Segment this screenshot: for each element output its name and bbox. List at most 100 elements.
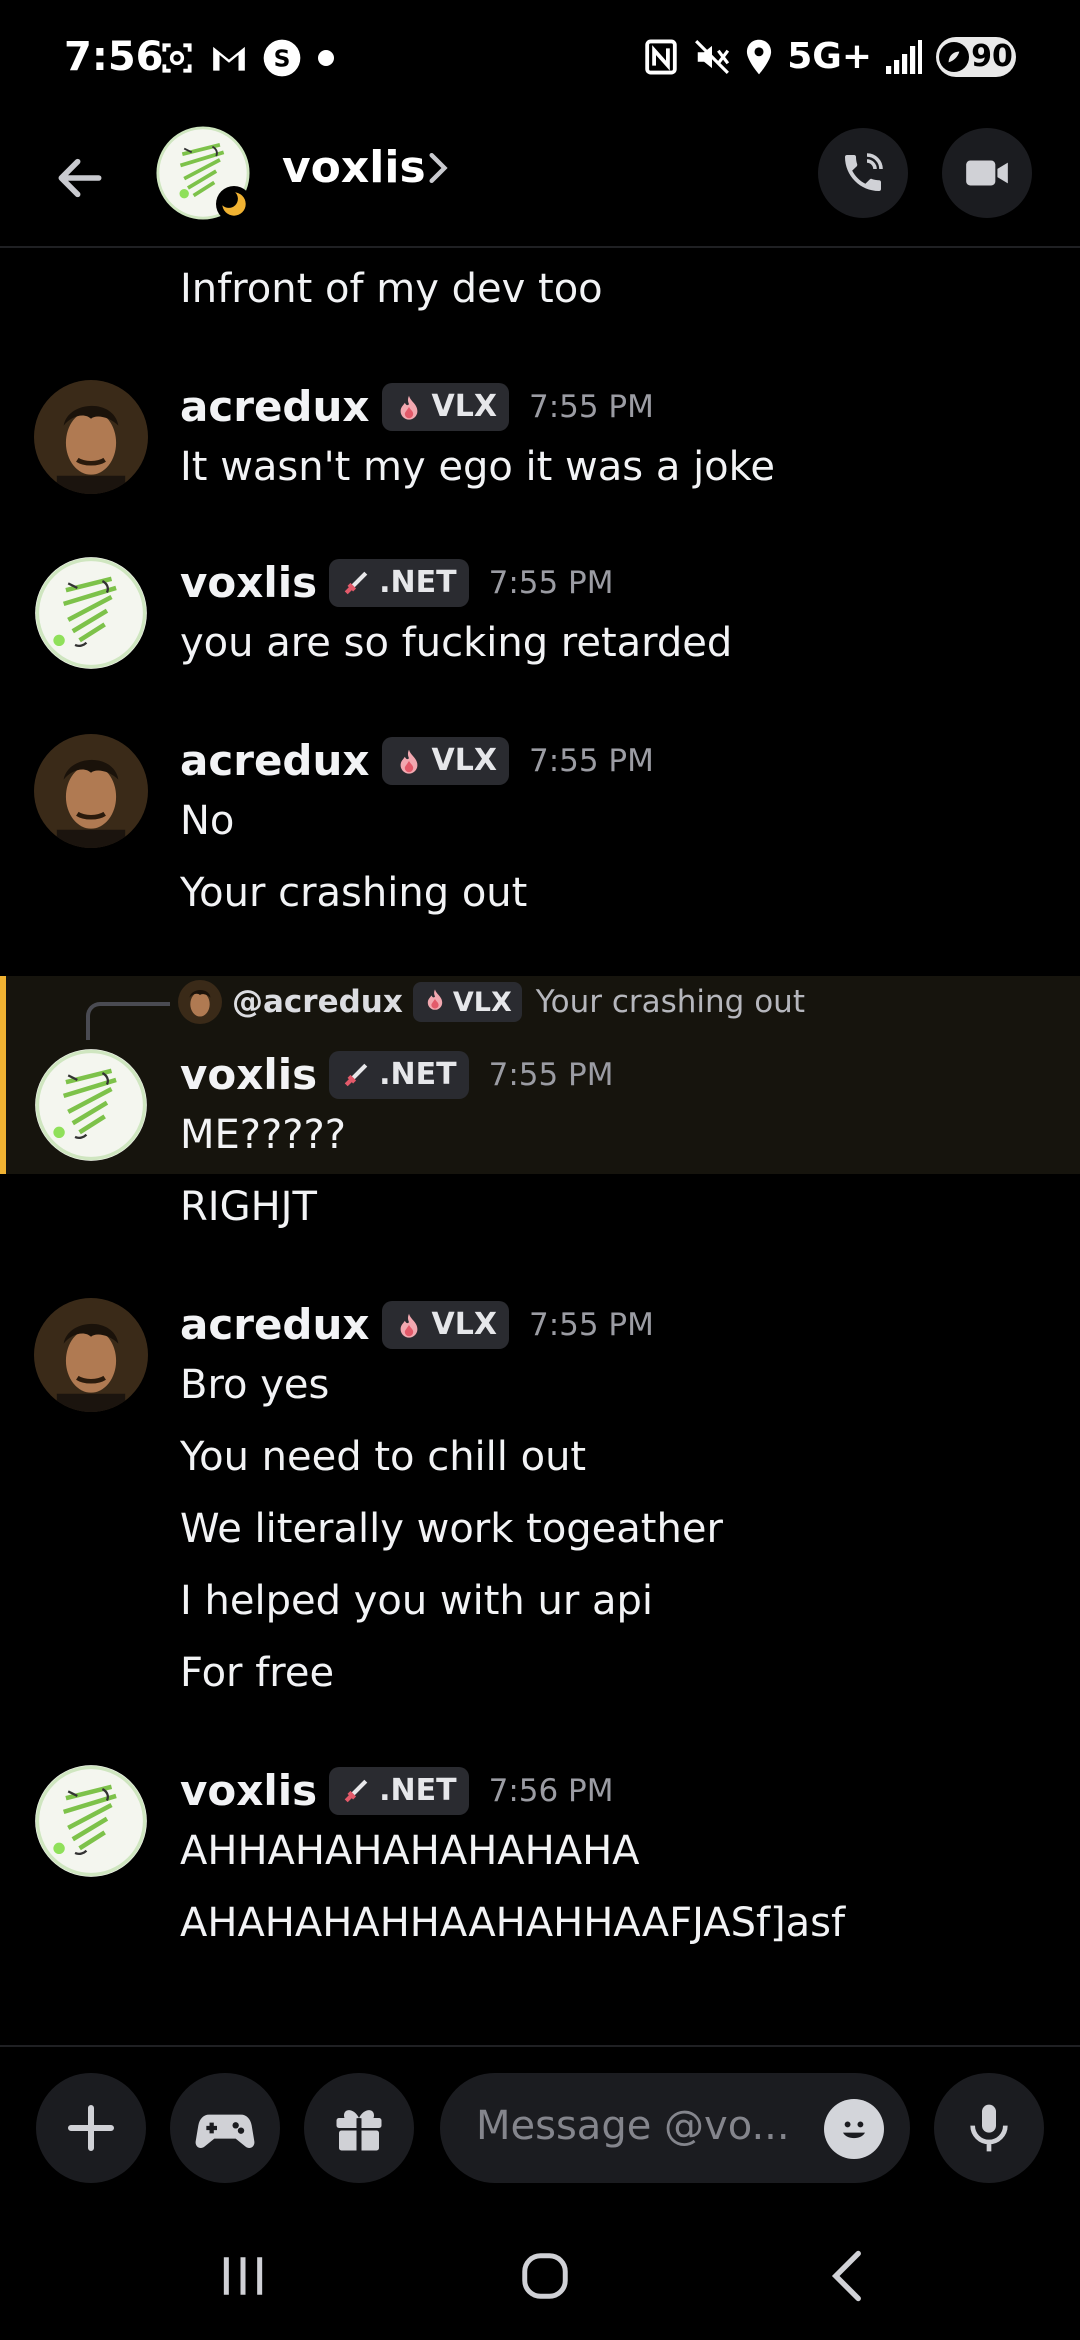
- back-button[interactable]: [44, 142, 116, 214]
- message-text: You need to chill out: [180, 1434, 587, 1480]
- author-name[interactable]: acredux: [180, 1300, 370, 1349]
- server-tag-label: .NET: [379, 1773, 457, 1808]
- message-header: voxlis .NET 7:55 PM: [180, 1050, 614, 1099]
- gmail-icon: [210, 42, 248, 74]
- chevron-left-icon: [831, 2250, 861, 2302]
- message-header: acredux VLX 7:55 PM: [180, 1300, 654, 1349]
- battery-level: 90: [971, 39, 1013, 74]
- server-tag-label: .NET: [379, 1057, 457, 1092]
- message-header: acredux VLX 7:55 PM: [180, 736, 654, 785]
- server-tag[interactable]: .NET: [329, 558, 469, 607]
- timestamp: 7:55 PM: [528, 742, 654, 779]
- gift-button[interactable]: [304, 2073, 414, 2183]
- header-username[interactable]: voxlis: [282, 142, 426, 193]
- message-list[interactable]: Infront of my dev too acredux VLX 7:55 P…: [0, 250, 1080, 2040]
- dm-header: voxlis: [0, 118, 1080, 248]
- message-text: I helped you with ur api: [180, 1578, 654, 1624]
- message-text: RIGHJT: [180, 1184, 317, 1230]
- message-text: you are so fucking retarded: [180, 620, 733, 666]
- gift-icon: [336, 2110, 382, 2151]
- arrow-left-icon: [58, 158, 102, 198]
- server-tag[interactable]: VLX: [381, 1300, 509, 1349]
- timestamp: 7:55 PM: [488, 564, 614, 601]
- status-time: 7:56: [64, 34, 164, 80]
- recent-apps-button[interactable]: [198, 2241, 288, 2311]
- phone-call-icon: [845, 153, 883, 191]
- server-tag[interactable]: .NET: [329, 1050, 469, 1099]
- smiley-icon: [843, 2121, 865, 2139]
- message-text: For free: [180, 1650, 335, 1696]
- screenshot-icon: [158, 39, 196, 77]
- recents-icon: [223, 2257, 263, 2295]
- message-text: ME?????: [180, 1112, 346, 1158]
- timestamp: 7:55 PM: [528, 388, 654, 425]
- flame-icon: [394, 392, 424, 422]
- reply-connector: [86, 1002, 170, 1040]
- message-text: AHAHAHAHHAAHAHHAAFJASf]asf: [180, 1900, 846, 1946]
- reply-author: @acredux: [232, 984, 403, 1020]
- flame-icon: [394, 1310, 424, 1340]
- mute-icon: [693, 38, 731, 76]
- idle-status-icon: [216, 186, 252, 222]
- reply-server-tag-label: VLX: [452, 986, 512, 1018]
- more-notifications-dot-icon: [316, 48, 336, 68]
- sword-icon: [341, 1776, 371, 1806]
- message-composer: Message @vo...: [0, 2045, 1080, 2205]
- server-tag-label: VLX: [431, 389, 497, 424]
- home-button[interactable]: [500, 2241, 590, 2311]
- timestamp: 7:56 PM: [488, 1772, 614, 1809]
- microphone-icon: [970, 2104, 1008, 2152]
- status-bar: 7:56 S 5G+ 90: [0, 0, 1080, 118]
- server-tag-label: VLX: [431, 1307, 497, 1342]
- network-type: 5G+: [787, 36, 872, 77]
- message-text: It wasn't my ego it was a joke: [180, 444, 775, 490]
- gamepad-icon: [195, 2114, 255, 2149]
- message-text: Your crashing out: [180, 870, 528, 916]
- server-tag[interactable]: VLX: [381, 736, 509, 785]
- user-avatar[interactable]: [34, 380, 148, 494]
- reply-text: Your crashing out: [535, 984, 805, 1020]
- home-icon: [522, 2253, 568, 2299]
- shazam-icon: S: [262, 38, 302, 78]
- voice-call-button[interactable]: [818, 128, 908, 218]
- emoji-button[interactable]: [824, 2099, 884, 2159]
- activities-button[interactable]: [170, 2073, 280, 2183]
- system-navigation-bar: [0, 2205, 1080, 2340]
- message-input[interactable]: Message @vo...: [440, 2073, 910, 2183]
- server-tag[interactable]: VLX: [381, 382, 509, 431]
- message-text: No: [180, 798, 235, 844]
- status-system-icons: 5G+ 90: [643, 36, 1016, 77]
- user-avatar[interactable]: [34, 734, 148, 848]
- message-header: voxlis .NET 7:55 PM: [180, 558, 614, 607]
- timestamp: 7:55 PM: [528, 1306, 654, 1343]
- video-call-button[interactable]: [942, 128, 1032, 218]
- message-header: voxlis .NET 7:56 PM: [180, 1766, 614, 1815]
- author-name[interactable]: acredux: [180, 736, 370, 785]
- timestamp: 7:55 PM: [488, 1056, 614, 1093]
- user-avatar[interactable]: [34, 1298, 148, 1412]
- reply-server-tag: VLX: [412, 982, 522, 1022]
- author-name[interactable]: voxlis: [180, 558, 317, 607]
- sword-icon: [341, 1060, 371, 1090]
- battery-saver-icon: [939, 41, 970, 72]
- reply-avatar: [178, 980, 222, 1024]
- message-input-placeholder: Message @vo...: [476, 2103, 790, 2149]
- system-back-button[interactable]: [802, 2241, 892, 2311]
- message-text: Bro yes: [180, 1362, 330, 1408]
- user-avatar[interactable]: [34, 556, 148, 670]
- user-avatar[interactable]: [34, 1764, 148, 1878]
- server-tag[interactable]: .NET: [329, 1766, 469, 1815]
- signal-icon: [886, 39, 922, 74]
- flame-icon: [394, 746, 424, 776]
- reply-preview[interactable]: @acredux VLX Your crashing out: [178, 980, 805, 1024]
- header-avatar[interactable]: [156, 126, 252, 222]
- location-icon: [745, 38, 773, 76]
- author-name[interactable]: voxlis: [180, 1050, 317, 1099]
- user-avatar[interactable]: [34, 1048, 148, 1162]
- author-name[interactable]: voxlis: [180, 1766, 317, 1815]
- chevron-right-icon[interactable]: [428, 148, 450, 192]
- flame-icon: [423, 987, 447, 1018]
- author-name[interactable]: acredux: [180, 382, 370, 431]
- voice-message-button[interactable]: [934, 2073, 1044, 2183]
- add-attachment-button[interactable]: [36, 2073, 146, 2183]
